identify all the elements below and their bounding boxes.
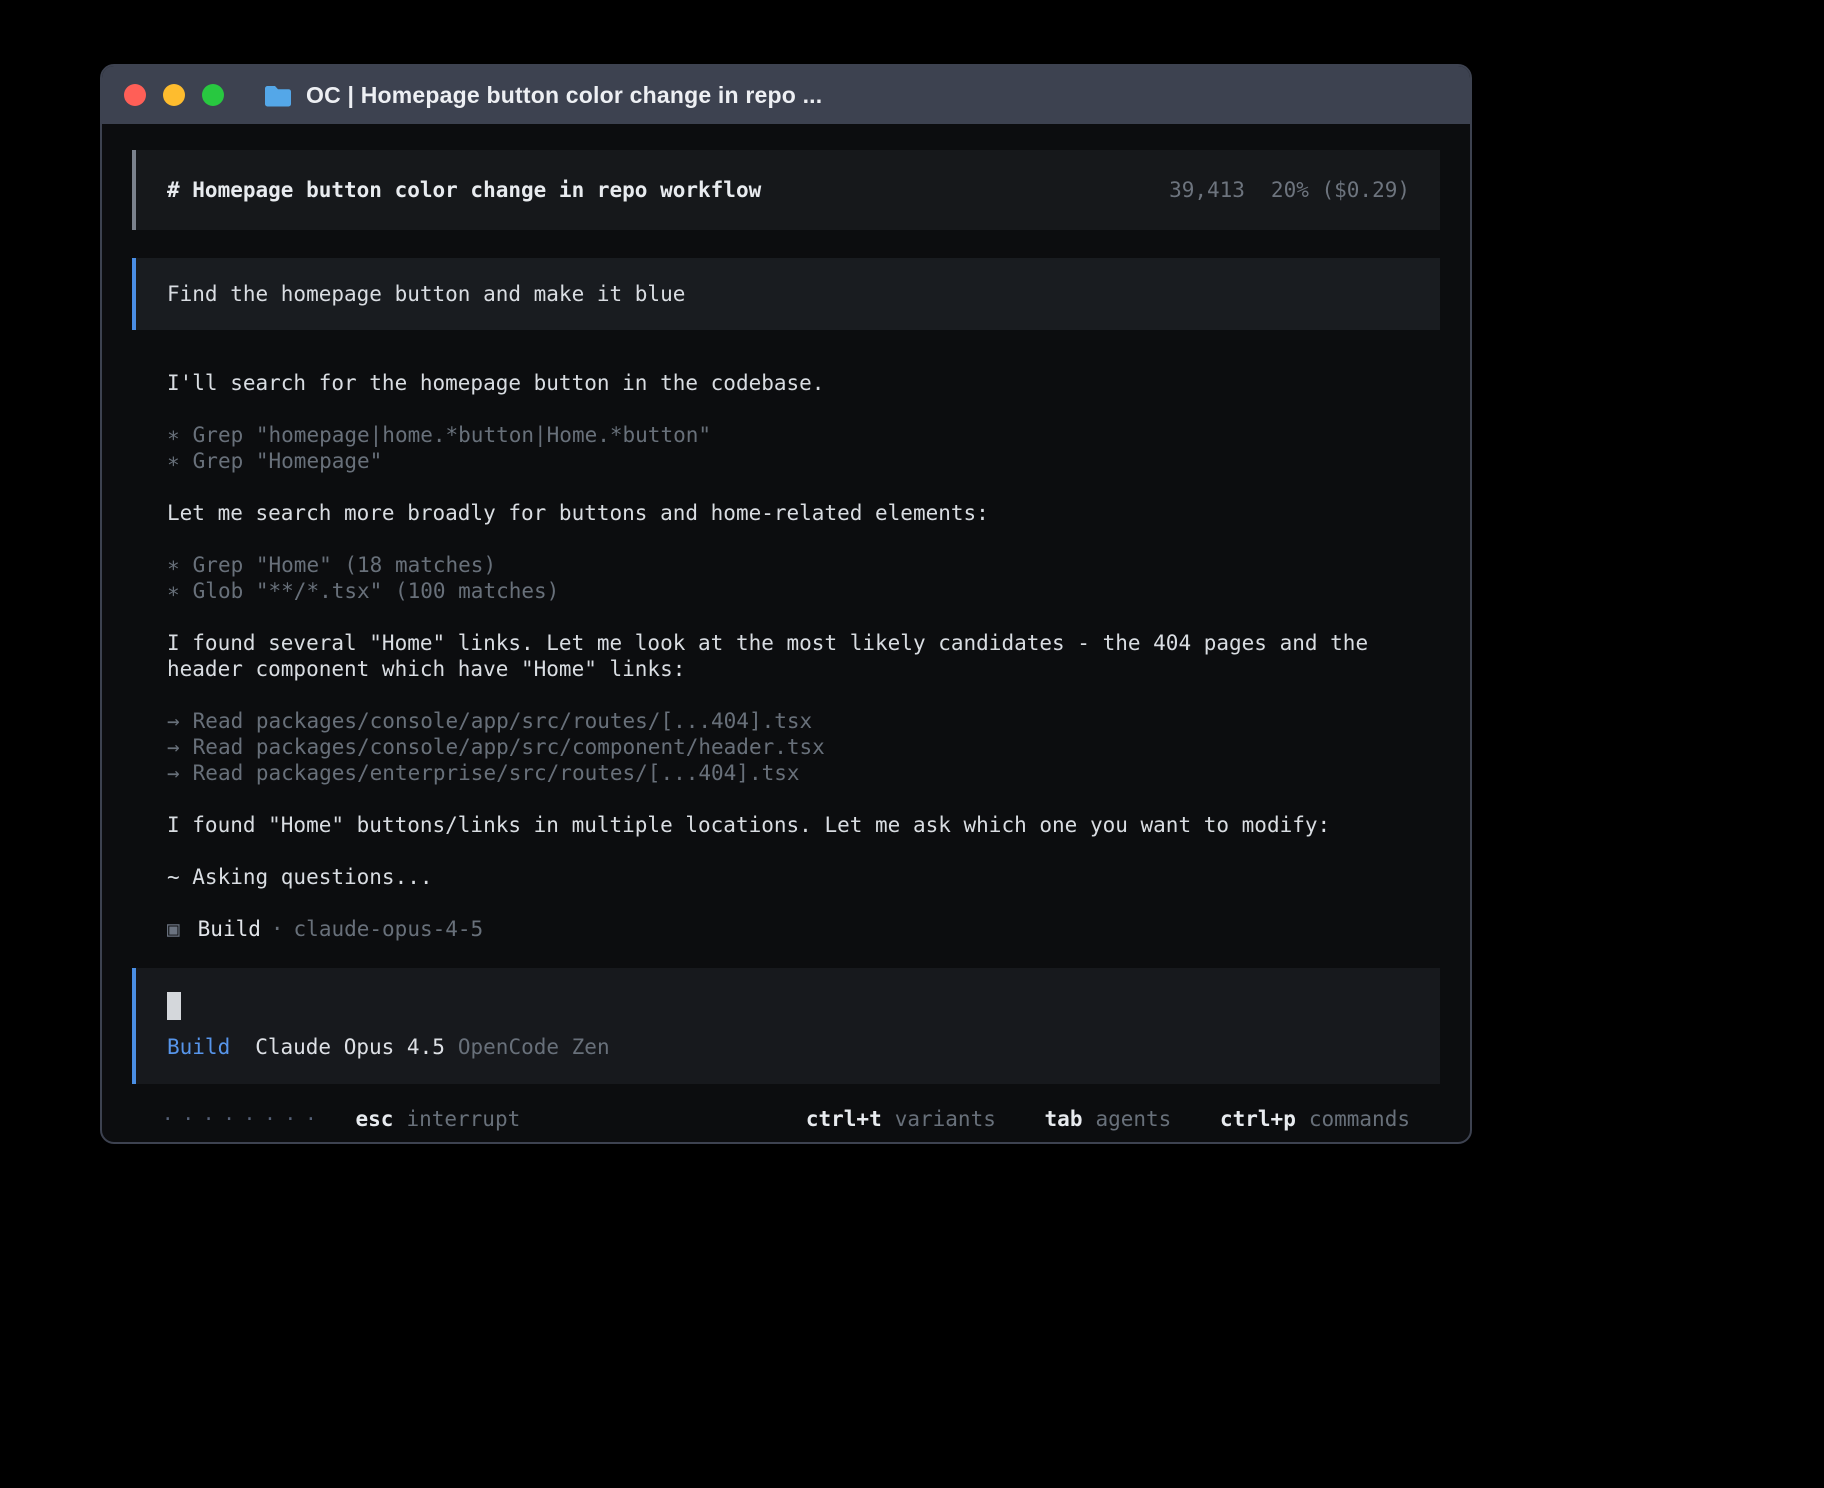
asterisk-icon: ∗: [167, 578, 180, 604]
input-meta: Build Claude Opus 4.5 OpenCode Zen: [167, 1034, 1410, 1060]
session-header: # Homepage button color change in repo w…: [132, 150, 1440, 230]
close-window-button[interactable]: [124, 84, 146, 106]
folder-icon: [263, 84, 293, 107]
context-percentage: 20% ($0.29): [1271, 178, 1410, 202]
tool-call-read[interactable]: → Read packages/enterprise/src/routes/[..…: [167, 760, 1435, 786]
assistant-paragraph: I found several "Home" links. Let me loo…: [167, 630, 1435, 682]
text-cursor[interactable]: [167, 992, 181, 1020]
asterisk-icon: ∗: [167, 422, 180, 448]
window-titlebar[interactable]: OC | Homepage button color change in rep…: [102, 66, 1470, 124]
tool-call-group: ∗ Grep "Home" (18 matches) ∗ Glob "**/*.ts…: [167, 552, 1435, 604]
arrow-right-icon: →: [167, 734, 180, 760]
session-stats: 39,413 20% ($0.29): [1169, 177, 1410, 203]
shortcut-label: agents: [1095, 1107, 1171, 1131]
input-provider-name: OpenCode Zen: [458, 1035, 610, 1059]
shortcut-agents: tab agents: [1045, 1107, 1172, 1131]
tool-call-glob[interactable]: ∗ Glob "**/*.tsx" (100 matches): [167, 578, 1435, 604]
prompt-input[interactable]: Build Claude Opus 4.5 OpenCode Zen: [132, 968, 1440, 1084]
shortcut-key: ctrl+p: [1220, 1107, 1296, 1131]
tool-call-text: Read packages/console/app/src/routes/[..…: [193, 709, 813, 733]
shortcut-label: variants: [895, 1107, 996, 1131]
tool-call-text: Read packages/console/app/src/component/…: [193, 735, 825, 759]
user-message: Find the homepage button and make it blu…: [132, 258, 1440, 330]
zoom-window-button[interactable]: [202, 84, 224, 106]
status-line: ~ Asking questions...: [167, 864, 1435, 890]
esc-key-label: interrupt: [406, 1106, 520, 1132]
assistant-transcript: I'll search for the homepage button in t…: [132, 370, 1440, 942]
terminal-content: # Homepage button color change in repo w…: [102, 124, 1470, 1132]
shortcut-key: ctrl+t: [806, 1107, 882, 1131]
terminal-window: OC | Homepage button color change in rep…: [100, 64, 1472, 1144]
agent-attribution: ▣ Build · claude-opus-4-5: [167, 916, 1435, 942]
asterisk-icon: ∗: [167, 552, 180, 578]
esc-key-hint: esc: [356, 1106, 394, 1132]
tool-call-text: Grep "Home" (18 matches): [193, 553, 496, 577]
agent-square-icon: ▣: [167, 917, 180, 941]
agent-name: Build: [198, 917, 261, 941]
input-agent-mode[interactable]: Build: [167, 1035, 230, 1059]
user-message-text: Find the homepage button and make it blu…: [167, 281, 685, 307]
input-model-name[interactable]: Claude Opus 4.5: [255, 1035, 445, 1059]
assistant-paragraph: I found "Home" buttons/links in multiple…: [167, 812, 1435, 838]
tool-call-text: Glob "**/*.tsx" (100 matches): [193, 579, 560, 603]
tool-call-grep[interactable]: ∗ Grep "homepage|home.*button|Home.*butto…: [167, 422, 1435, 448]
minimize-window-button[interactable]: [163, 84, 185, 106]
asterisk-icon: ∗: [167, 448, 180, 474]
session-title: # Homepage button color change in repo w…: [167, 177, 761, 203]
arrow-right-icon: →: [167, 760, 180, 786]
spinner-dots-icon: ········: [162, 1106, 326, 1132]
status-bar: ········ esc interrupt ctrl+t variants tab…: [162, 1106, 1410, 1132]
tool-call-group: ∗ Grep "homepage|home.*button|Home.*butto…: [167, 422, 1435, 474]
status-bar-left: ········ esc interrupt: [162, 1106, 520, 1132]
assistant-paragraph: I'll search for the homepage button in t…: [167, 370, 1435, 396]
shortcut-variants: ctrl+t variants: [806, 1107, 996, 1131]
tool-call-text: Grep "homepage|home.*button|Home.*button…: [193, 423, 711, 447]
status-bar-right: ctrl+t variants tab agents ctrl+p commands: [806, 1106, 1410, 1132]
dot-separator: ·: [271, 917, 284, 941]
shortcut-key: tab: [1045, 1107, 1083, 1131]
arrow-right-icon: →: [167, 708, 180, 734]
tool-call-group: → Read packages/console/app/src/routes/[.…: [167, 708, 1435, 786]
tool-call-grep[interactable]: ∗ Grep "Home" (18 matches): [167, 552, 1435, 578]
assistant-paragraph: Let me search more broadly for buttons a…: [167, 500, 1435, 526]
shortcut-commands: ctrl+p commands: [1220, 1107, 1410, 1131]
shortcut-label: commands: [1309, 1107, 1410, 1131]
agent-model: claude-opus-4-5: [294, 917, 484, 941]
tool-call-read[interactable]: → Read packages/console/app/src/routes/[.…: [167, 708, 1435, 734]
token-count: 39,413: [1169, 178, 1245, 202]
window-title: OC | Homepage button color change in rep…: [306, 82, 822, 109]
tool-call-grep[interactable]: ∗ Grep "Homepage": [167, 448, 1435, 474]
tool-call-text: Grep "Homepage": [193, 449, 383, 473]
tool-call-read[interactable]: → Read packages/console/app/src/component…: [167, 734, 1435, 760]
tool-call-text: Read packages/enterprise/src/routes/[...…: [193, 761, 800, 785]
